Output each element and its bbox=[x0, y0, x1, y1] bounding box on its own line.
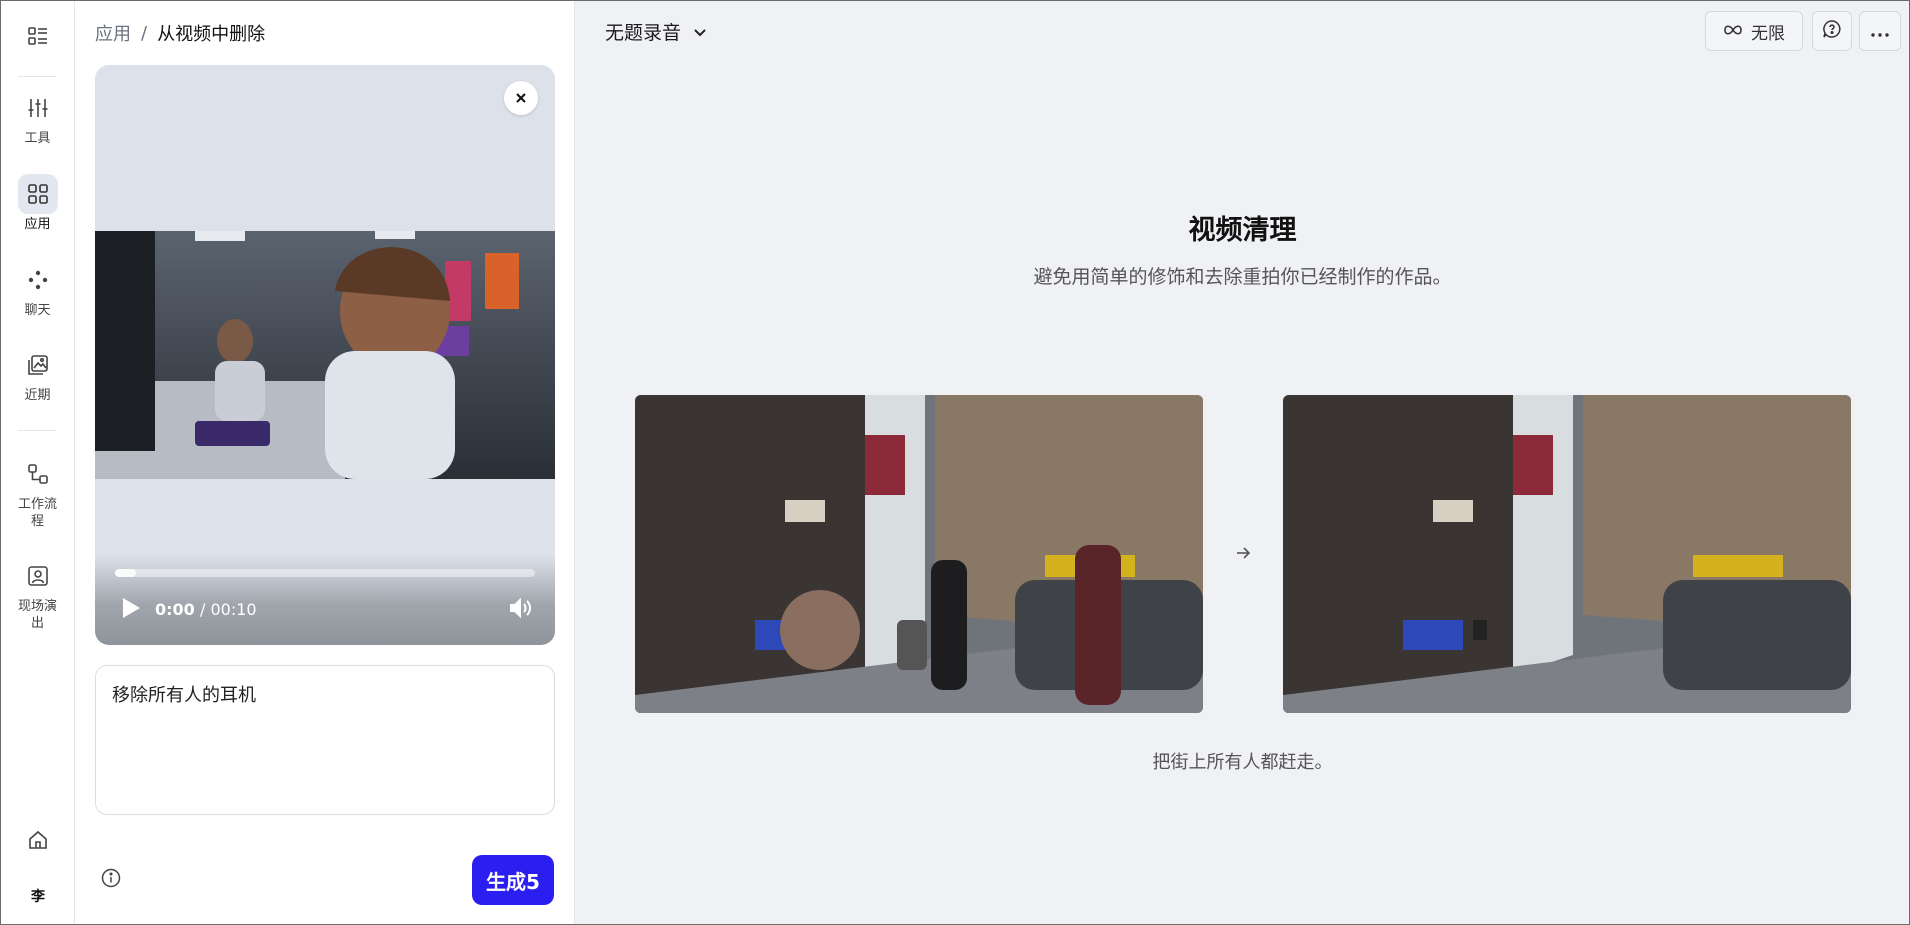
volume-button[interactable] bbox=[509, 597, 533, 623]
workflow-icon bbox=[18, 454, 58, 494]
close-icon bbox=[515, 89, 527, 108]
chat-dots-icon bbox=[18, 260, 58, 300]
live-portrait-icon bbox=[18, 556, 58, 596]
rail-divider bbox=[18, 76, 56, 77]
recording-title-dropdown[interactable]: 无题录音 bbox=[605, 18, 707, 45]
rail-menu-button[interactable] bbox=[0, 16, 75, 56]
rail-label-tools: 工具 bbox=[24, 131, 51, 146]
breadcrumb-current: 从视频中删除 bbox=[157, 24, 266, 45]
menu-list-icon bbox=[18, 16, 58, 56]
avatar[interactable]: 李 bbox=[22, 880, 54, 912]
sliders-icon bbox=[18, 88, 58, 128]
info-icon bbox=[101, 868, 121, 892]
rail-item-live[interactable]: 现场演出 bbox=[0, 556, 75, 632]
breadcrumb: 应用 / 从视频中删除 bbox=[95, 20, 265, 46]
rail-label-apps: 应用 bbox=[24, 217, 51, 232]
more-horizontal-icon bbox=[1871, 22, 1889, 41]
example-after-image bbox=[1283, 395, 1851, 713]
rail-label-live: 现场演出 bbox=[17, 599, 57, 631]
volume-icon bbox=[509, 597, 533, 623]
recording-title: 无题录音 bbox=[605, 22, 682, 44]
video-controls: 0:00 / 00:10 bbox=[95, 555, 555, 645]
more-options-button[interactable] bbox=[1859, 11, 1901, 51]
breadcrumb-apps-link[interactable]: 应用 bbox=[95, 20, 131, 46]
unlimited-button[interactable]: 无限 bbox=[1705, 11, 1803, 51]
home-icon bbox=[18, 820, 58, 860]
rail-label-chat: 聊天 bbox=[24, 303, 51, 318]
icon-rail: 工具 应用 聊天 近期 工作流程 现场演出 李 bbox=[0, 0, 75, 925]
rail-item-chat[interactable]: 聊天 bbox=[0, 260, 75, 319]
video-duration: / 00:10 bbox=[200, 600, 257, 619]
video-current-time: 0:00 bbox=[155, 600, 195, 619]
grid-icon bbox=[17, 174, 58, 214]
arrow-right-icon bbox=[1235, 545, 1251, 565]
rail-label-workflow: 工作流程 bbox=[17, 497, 57, 529]
rail-item-home[interactable] bbox=[0, 820, 75, 860]
example-before-image bbox=[635, 395, 1203, 713]
video-frame bbox=[95, 231, 555, 479]
unlimited-label: 无限 bbox=[1751, 23, 1785, 44]
rail-divider bbox=[18, 430, 56, 431]
video-progress-bar[interactable] bbox=[115, 569, 535, 577]
feature-description: 避免用简单的修饰和去除重拍你已经制作的作品。 bbox=[1033, 266, 1452, 288]
rail-item-workflow[interactable]: 工作流程 bbox=[0, 454, 75, 530]
main-area: 无题录音 无限 视频清理 避免用简单的修饰和去除重拍你已经制作的作品。 把街上所… bbox=[575, 0, 1910, 925]
help-chat-icon bbox=[1822, 19, 1842, 43]
rail-item-recent[interactable]: 近期 bbox=[0, 345, 75, 404]
rail-label-recent: 近期 bbox=[24, 388, 51, 403]
chevron-down-icon bbox=[693, 21, 707, 43]
prompt-textarea[interactable]: 移除所有人的耳机 bbox=[95, 665, 555, 815]
feature-title: 视频清理 bbox=[1188, 215, 1297, 246]
breadcrumb-separator: / bbox=[141, 22, 148, 44]
video-progress-fill bbox=[115, 569, 136, 577]
remove-video-button[interactable] bbox=[504, 81, 538, 115]
generate-button[interactable]: 生成5 bbox=[472, 855, 554, 905]
rail-item-tools[interactable]: 工具 bbox=[0, 88, 75, 147]
example-caption: 把街上所有人都赶走。 bbox=[1152, 752, 1333, 773]
video-player[interactable]: 0:00 / 00:10 bbox=[95, 65, 555, 645]
rail-item-apps[interactable]: 应用 bbox=[0, 174, 75, 233]
recent-images-icon bbox=[18, 345, 58, 385]
play-button[interactable] bbox=[121, 597, 141, 623]
infinity-icon bbox=[1723, 21, 1743, 41]
app-panel: 应用 / 从视频中删除 0:00 / 00:10 移除所有人的耳机 生成5 bbox=[75, 0, 575, 925]
info-button[interactable] bbox=[101, 868, 121, 892]
play-icon bbox=[121, 598, 141, 623]
feedback-button[interactable] bbox=[1812, 11, 1852, 51]
